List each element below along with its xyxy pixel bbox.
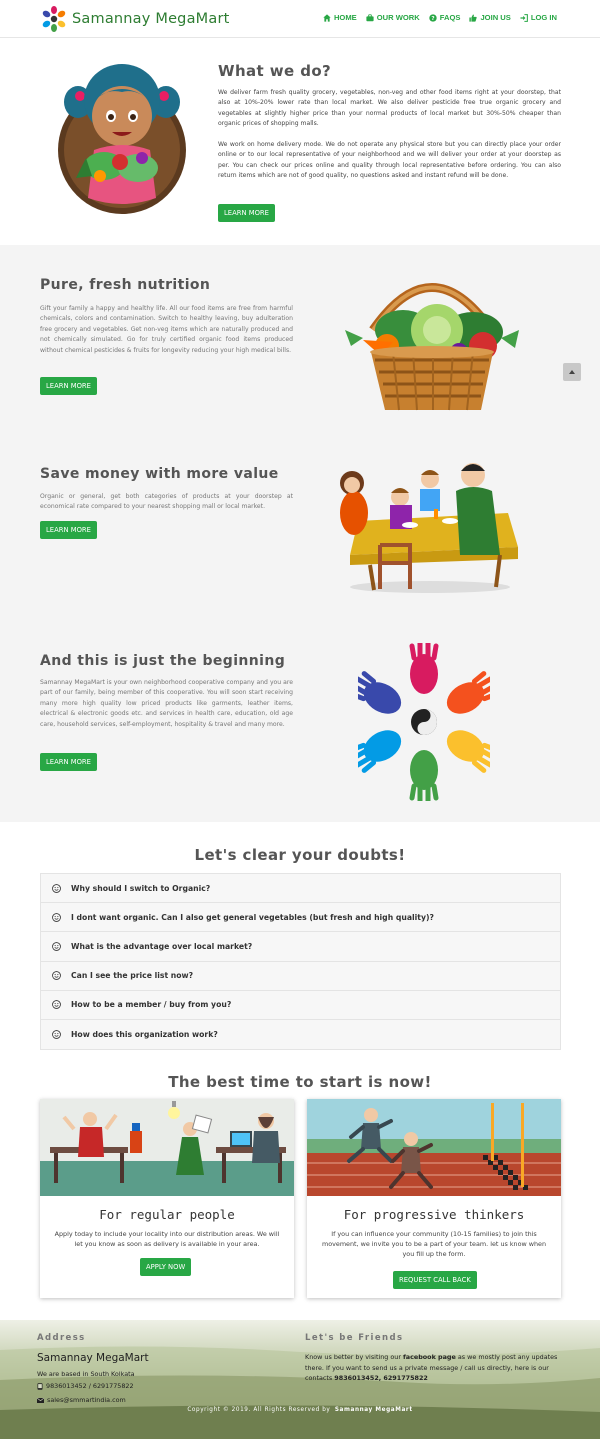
features-section: Pure, fresh nutrition Gift your family a… xyxy=(0,245,600,822)
footer-based-in: We are based in South Kolkata xyxy=(37,1370,135,1378)
faq-item-2[interactable]: I dont want organic. Can I also get gene… xyxy=(41,903,560,933)
scroll-to-top-button[interactable] xyxy=(563,363,581,381)
faq-item-6[interactable]: How does this organization work? xyxy=(41,1019,560,1050)
faq-item-5[interactable]: How to be a member / buy from you? xyxy=(41,990,560,1020)
nav-faqs-label: FAQS xyxy=(439,13,461,22)
what-we-do-paragraph-1: We deliver farm fresh quality grocery, v… xyxy=(218,89,561,127)
friends-phone-numbers[interactable]: 9836013452, 6291775822 xyxy=(334,1374,428,1382)
faq-question: How to be a member / buy from you? xyxy=(71,1000,232,1010)
nav-our-work-label: OUR WORK xyxy=(376,13,420,22)
main-menu: HOME OUR WORK ? FAQS JOIN US LOG IN xyxy=(323,13,557,22)
footer-company-name: Samannay MegaMart xyxy=(37,1352,149,1364)
briefcase-icon xyxy=(366,13,374,21)
friends-text-start: Know us better by visiting our xyxy=(305,1353,401,1361)
handprints-logo-icon xyxy=(42,6,66,32)
apply-now-button[interactable]: APPLY NOW xyxy=(140,1258,192,1276)
smile-icon xyxy=(52,971,61,981)
progressive-thinkers-title: For progressive thinkers xyxy=(343,1207,525,1222)
request-call-back-button[interactable]: REQUEST CALL BACK xyxy=(393,1271,477,1289)
faq-item-3[interactable]: What is the advantage over local market? xyxy=(41,932,560,962)
smile-icon xyxy=(52,912,61,922)
nav-home-label: HOME xyxy=(333,13,357,22)
nav-join-us[interactable]: JOIN US xyxy=(469,13,511,22)
feature-3-learn-more-button[interactable]: LEARN MORE xyxy=(40,753,97,771)
nav-home[interactable]: HOME xyxy=(323,13,357,22)
faq-question: Can I see the price list now? xyxy=(71,971,194,981)
brand[interactable]: Samannay MegaMart xyxy=(40,5,230,33)
progressive-thinkers-card: For progressive thinkers If you can infl… xyxy=(307,1099,561,1298)
faq-item-1[interactable]: Why should I switch to Organic? xyxy=(41,874,560,904)
feature-2-title: Save money with more value xyxy=(40,466,279,482)
feature-1-learn-more-button[interactable]: LEARN MORE xyxy=(40,377,97,395)
brand-name: Samannay MegaMart xyxy=(72,11,230,27)
smile-icon xyxy=(52,1030,61,1039)
friends-text: Know us better by visiting our facebook … xyxy=(305,1352,563,1384)
copyright-bar: Copyright © 2019. All Rights Reserved by… xyxy=(0,1392,600,1439)
what-we-do-section: What we do? We deliver farm fresh qualit… xyxy=(0,38,600,245)
family-dinner-illustration xyxy=(340,463,518,593)
copyright-brand: Samannay MegaMart xyxy=(334,1407,413,1413)
sign-in-icon xyxy=(520,13,528,22)
nav-log-in[interactable]: LOG IN xyxy=(520,13,557,22)
faq-question: How does this organization work? xyxy=(71,1030,218,1040)
what-we-do-title: What we do? xyxy=(218,62,332,80)
feature-3-title: And this is just the beginning xyxy=(40,653,286,669)
caret-up-icon xyxy=(569,370,575,374)
footer-phone-numbers[interactable]: 9836013452 / 6291775822 xyxy=(46,1381,134,1392)
busy-office-illustration xyxy=(40,1099,294,1196)
faq-question: I dont want organic. Can I also get gene… xyxy=(71,912,434,922)
nav-our-work[interactable]: OUR WORK xyxy=(366,13,420,22)
nav-faqs[interactable]: ? FAQS xyxy=(429,13,461,22)
faq-question: What is the advantage over local market? xyxy=(71,941,253,951)
friends-heading: Let's be Friends xyxy=(305,1333,404,1343)
feature-2-learn-more-button[interactable]: LEARN MORE xyxy=(40,521,97,539)
feature-1-text: Gift your family a happy and healthy lif… xyxy=(40,305,293,354)
address-heading: Address xyxy=(37,1333,86,1343)
thumbs-up-icon xyxy=(469,13,478,22)
colorful-handprints-illustration xyxy=(358,643,490,801)
svg-text:?: ? xyxy=(431,16,434,22)
faq-question: Why should I switch to Organic? xyxy=(71,883,211,893)
nav-join-us-label: JOIN US xyxy=(480,13,511,22)
faq-title: Let's clear your doubts! xyxy=(194,846,406,864)
progressive-thinkers-text: If you can influence your community (10-… xyxy=(321,1230,547,1258)
copyright-text: Copyright © 2019. All Rights Reserved by xyxy=(187,1407,331,1413)
phone-icon xyxy=(37,1383,43,1390)
home-icon xyxy=(323,13,331,22)
regular-people-card: For regular people Apply today to includ… xyxy=(40,1099,294,1298)
cta-title: The best time to start is now! xyxy=(168,1073,432,1091)
nav-log-in-label: LOG IN xyxy=(530,13,557,22)
smile-icon xyxy=(52,942,61,951)
footer-phone: 9836013452 / 6291775822 xyxy=(37,1381,134,1392)
question-circle-icon: ? xyxy=(429,13,437,22)
running-race-illustration xyxy=(307,1099,561,1196)
faq-accordion: Why should I switch to Organic? I dont w… xyxy=(40,873,561,1051)
feature-1-title: Pure, fresh nutrition xyxy=(40,277,211,293)
what-we-do-paragraph-2: We work on home delivery mode. We do not… xyxy=(218,141,561,179)
regular-people-title: For regular people xyxy=(99,1207,235,1222)
facebook-page-link[interactable]: facebook page xyxy=(403,1353,456,1361)
what-learn-more-button[interactable]: LEARN MORE xyxy=(218,204,275,222)
regular-people-text: Apply today to include your locality int… xyxy=(54,1230,280,1248)
vegetable-basket-illustration xyxy=(345,283,519,411)
smile-icon xyxy=(52,1000,61,1010)
navbar: Samannay MegaMart HOME OUR WORK ? FAQS J… xyxy=(0,0,600,38)
smile-icon xyxy=(52,883,61,893)
feature-3-text: Samannay MegaMart is your own neighborho… xyxy=(40,679,293,728)
feature-2-text: Organic or general, get both categories … xyxy=(40,493,293,511)
faq-item-4[interactable]: Can I see the price list now? xyxy=(41,961,560,991)
girl-with-vegetables-illustration xyxy=(58,64,186,214)
